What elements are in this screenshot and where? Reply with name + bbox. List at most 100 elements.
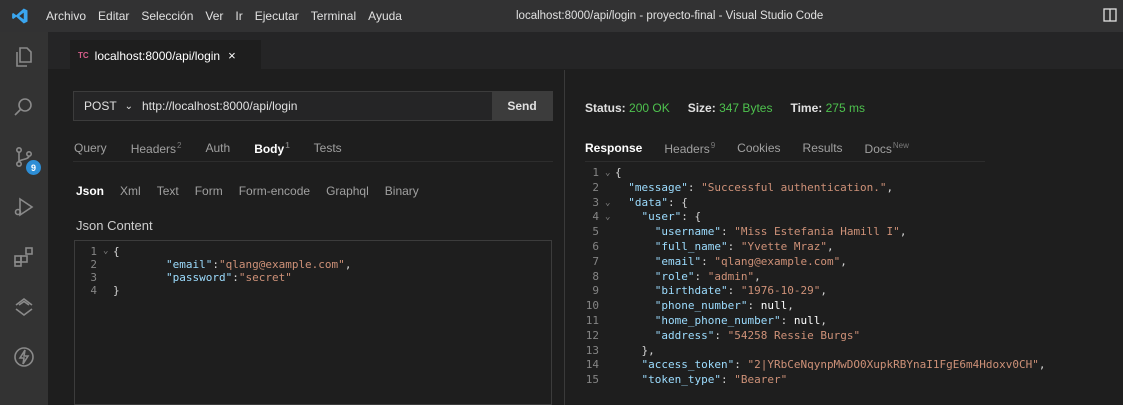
- tab-login-request[interactable]: TC localhost:8000/api/login ×: [70, 40, 261, 70]
- code-text: "email":"qlang@example.com",: [165, 258, 352, 271]
- tab-count-badge: 2: [177, 140, 182, 150]
- line-number: 9: [592, 284, 599, 298]
- tab-query[interactable]: Query: [74, 141, 107, 155]
- tab-label: Headers: [130, 141, 177, 156]
- menu-item[interactable]: Editar: [92, 0, 135, 32]
- fold-chevron-icon[interactable]: [605, 255, 615, 270]
- fold-chevron-icon[interactable]: [103, 258, 113, 271]
- title-bar: Archivo Editar Selección Ver Ir Ejecutar Termi…: [0, 0, 1123, 32]
- code-text: "email": "qlang@example.com",: [654, 254, 847, 268]
- response-body-viewer[interactable]: 1 ⌄{2 "message": "Successful authenticati…: [565, 166, 1123, 405]
- tab-response[interactable]: Response: [585, 141, 642, 155]
- tab-body[interactable]: Body1: [254, 141, 289, 156]
- fold-chevron-icon[interactable]: [605, 358, 615, 373]
- line-number: 2: [90, 258, 97, 271]
- line-number: 1: [592, 166, 599, 179]
- line-number: 8: [592, 269, 599, 283]
- request-body-editor[interactable]: 1 ⌄{2 "email":"qlang@example.com", 3 "pass…: [74, 240, 552, 405]
- tab-count-badge: 1: [285, 140, 290, 150]
- thunder-client-icon[interactable]: [0, 332, 48, 382]
- fold-chevron-icon[interactable]: ⌄: [605, 210, 615, 225]
- tab-label: Tests: [313, 141, 342, 155]
- status-value: 200 OK: [629, 101, 670, 115]
- line-number: 10: [585, 299, 599, 313]
- menu-item[interactable]: Ejecutar: [249, 0, 305, 32]
- fold-chevron-icon[interactable]: [605, 225, 615, 240]
- source-control-badge: 9: [26, 160, 41, 175]
- fold-chevron-icon[interactable]: ⌄: [605, 166, 615, 181]
- tab-label: Headers: [664, 141, 710, 156]
- fold-chevron-icon[interactable]: [605, 344, 615, 359]
- tab-headers[interactable]: Headers2: [131, 141, 182, 156]
- code-line: 10 "phone_number": null,: [565, 299, 1123, 314]
- tab-docs[interactable]: DocsNew: [865, 141, 909, 156]
- send-button[interactable]: Send: [492, 92, 552, 120]
- body-tab-json[interactable]: Json: [76, 184, 104, 198]
- code-text: "address": "54258 Ressie Burgs": [654, 328, 861, 342]
- fold-chevron-icon[interactable]: [605, 270, 615, 285]
- size-value: 347 Bytes: [719, 101, 773, 115]
- fold-chevron-icon[interactable]: [605, 284, 615, 299]
- code-text: "password":"secret": [165, 271, 292, 284]
- line-number: 12: [585, 328, 599, 342]
- remote-explorer-icon[interactable]: [0, 282, 48, 332]
- run-debug-icon[interactable]: [0, 182, 48, 232]
- time-label: Time:: [790, 101, 823, 115]
- code-text: "birthdate": "1976-10-29",: [654, 284, 827, 298]
- menu-item[interactable]: Ver: [199, 0, 229, 32]
- tab-label: localhost:8000/api/login: [94, 48, 221, 63]
- fold-chevron-icon[interactable]: ⌄: [103, 245, 113, 258]
- fold-chevron-icon[interactable]: [605, 240, 615, 255]
- fold-chevron-icon[interactable]: [605, 314, 615, 329]
- toggle-panel-icon[interactable]: [1103, 8, 1117, 25]
- search-icon[interactable]: [0, 82, 48, 132]
- body-tab-xml[interactable]: Xml: [120, 184, 141, 198]
- line-number: 4: [90, 284, 97, 297]
- menu-item[interactable]: Ir: [229, 0, 248, 32]
- fold-chevron-icon[interactable]: ⌄: [605, 196, 615, 211]
- body-tab-form-encode[interactable]: Form-encode: [239, 184, 310, 198]
- explorer-icon[interactable]: [0, 32, 48, 82]
- response-tabs: Response Headers9 Cookies Results DocsNew: [585, 138, 931, 158]
- code-line: 13 },: [565, 344, 1123, 359]
- tab-auth[interactable]: Auth: [206, 141, 231, 155]
- menu-item[interactable]: Archivo: [40, 0, 92, 32]
- line-number: 7: [592, 254, 599, 268]
- tab-tests[interactable]: Tests: [314, 141, 342, 155]
- thunder-client-tab-icon: TC: [78, 51, 89, 60]
- chevron-down-icon: ⌄: [124, 100, 134, 112]
- tab-headers[interactable]: Headers9: [664, 141, 715, 156]
- body-tab-text[interactable]: Text: [157, 184, 179, 198]
- extensions-icon[interactable]: [0, 232, 48, 282]
- method-select[interactable]: POST ⌄: [74, 92, 138, 120]
- window-title: localhost:8000/api/login - proyecto-fina…: [516, 10, 824, 22]
- code-text: "user": {: [641, 210, 702, 224]
- source-control-icon[interactable]: 9: [0, 132, 48, 182]
- menu-item[interactable]: Ayuda: [362, 0, 408, 32]
- body-type-tabs: Json Xml Text Form Form-encode Graphql Binary: [76, 181, 435, 201]
- code-text: "phone_number": null,: [654, 299, 794, 313]
- fold-chevron-icon[interactable]: [605, 299, 615, 314]
- divider: [585, 161, 985, 162]
- line-number: 11: [585, 313, 599, 327]
- tab-label: Query: [74, 141, 107, 155]
- menu-item[interactable]: Terminal: [305, 0, 362, 32]
- fold-chevron-icon[interactable]: [605, 329, 615, 344]
- fold-chevron-icon[interactable]: [103, 284, 113, 297]
- code-text: }: [113, 284, 120, 297]
- code-line: 5 "username": "Miss Estefania Hamill I",: [565, 225, 1123, 240]
- tab-cookies[interactable]: Cookies: [737, 141, 780, 155]
- request-panel: POST ⌄ Send QueryHeaders2AuthBody1Tests …: [48, 70, 564, 405]
- body-tab-form[interactable]: Form: [195, 184, 223, 198]
- body-tab-binary[interactable]: Binary: [385, 184, 419, 198]
- body-tab-graphql[interactable]: Graphql: [326, 184, 369, 198]
- menu-item[interactable]: Selección: [135, 0, 199, 32]
- code-line: 14 "access_token": "2|YRbCeNqynpMwDO0Xup…: [565, 358, 1123, 373]
- url-input[interactable]: [138, 92, 492, 120]
- fold-chevron-icon[interactable]: [605, 373, 615, 388]
- fold-chevron-icon[interactable]: [103, 271, 113, 284]
- tab-results[interactable]: Results: [803, 141, 843, 155]
- fold-chevron-icon[interactable]: [605, 181, 615, 196]
- tab-count-badge: New: [892, 140, 909, 150]
- tab-close-icon[interactable]: ×: [228, 48, 236, 63]
